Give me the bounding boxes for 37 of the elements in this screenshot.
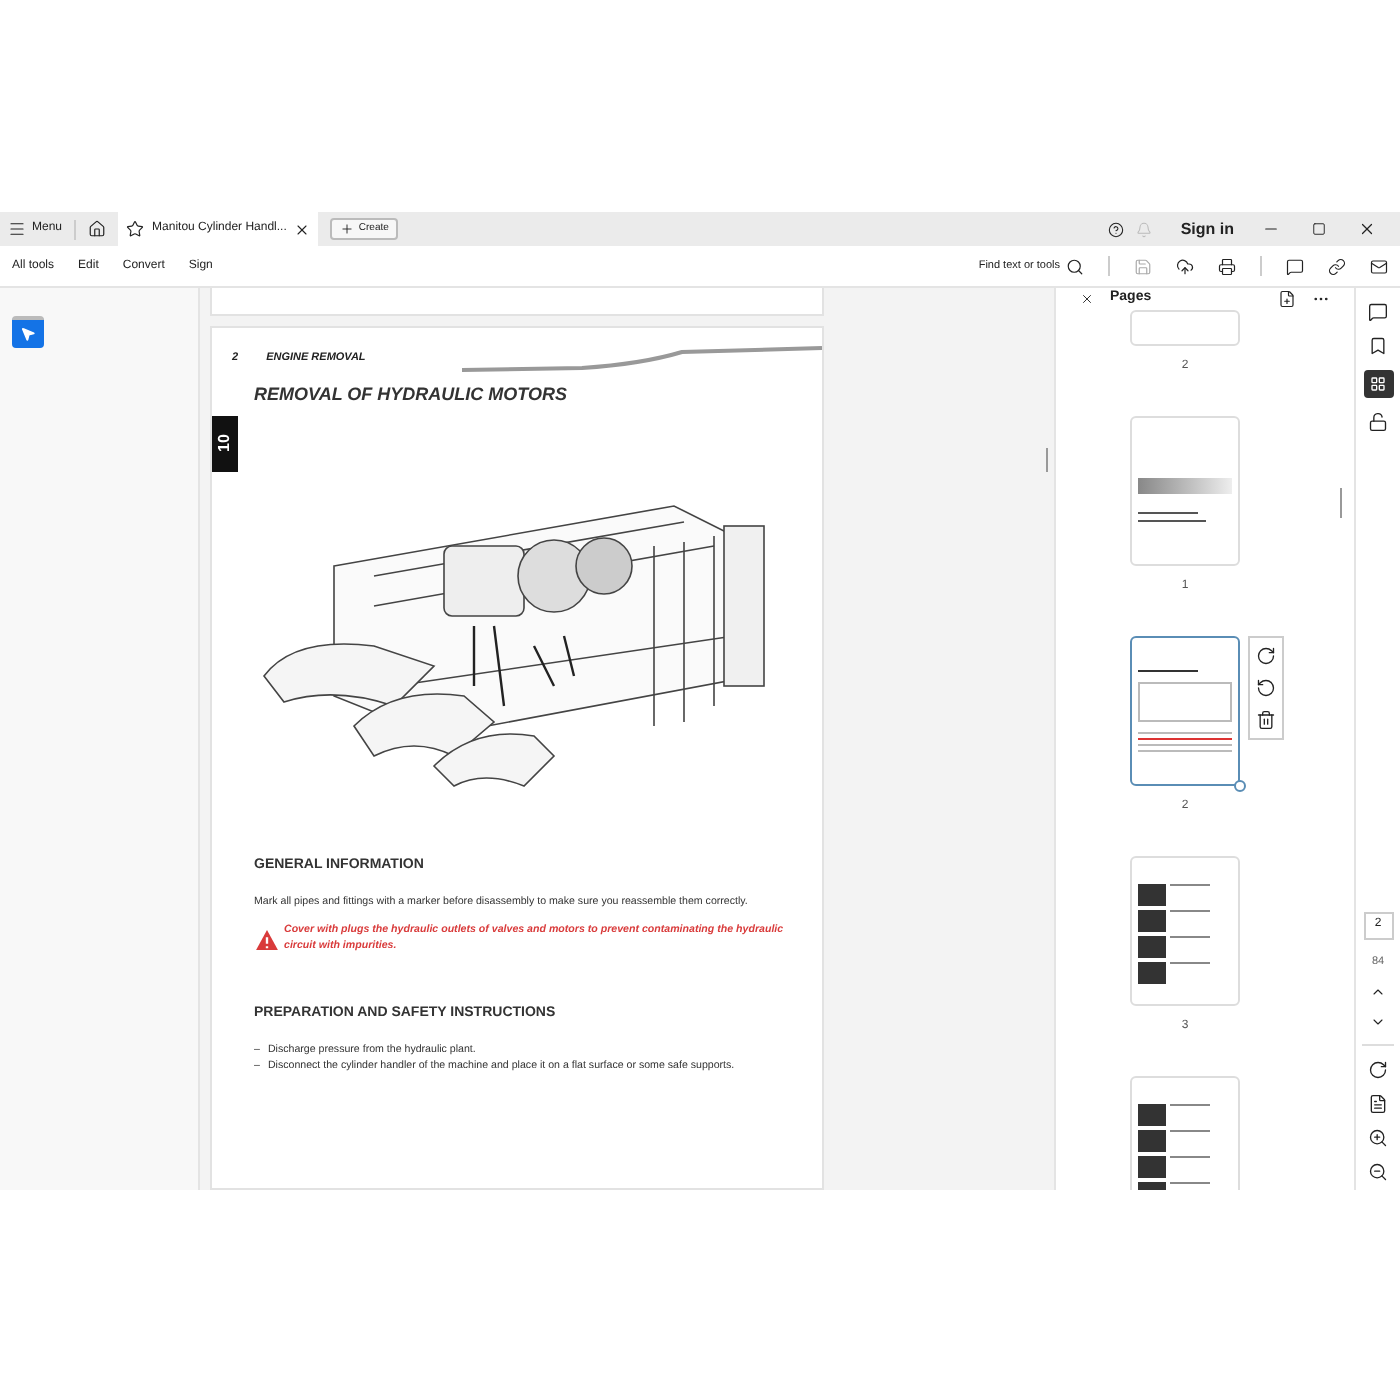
pointer-icon xyxy=(20,326,36,342)
help-icon[interactable] xyxy=(1108,221,1125,237)
comment-icon[interactable] xyxy=(1286,257,1304,275)
document-icon[interactable] xyxy=(1368,1094,1388,1114)
mail-icon[interactable] xyxy=(1370,257,1388,275)
page-title: REMOVAL OF HYDRAULIC MOTORS xyxy=(254,382,570,408)
home-icon[interactable] xyxy=(88,220,107,238)
plus-icon[interactable] xyxy=(340,222,355,236)
upload-icon[interactable] xyxy=(1176,257,1194,275)
link-icon[interactable] xyxy=(1328,257,1346,275)
close-icon[interactable] xyxy=(294,221,311,237)
panel-scrollbar[interactable] xyxy=(1340,488,1342,518)
grid-icon xyxy=(1370,376,1386,392)
bookmark-icon[interactable] xyxy=(1368,336,1388,356)
select-tool-button[interactable] xyxy=(12,316,44,348)
rotate-clockwise-icon[interactable] xyxy=(1256,645,1276,665)
zoom-out-icon[interactable] xyxy=(1368,1162,1388,1182)
star-icon[interactable] xyxy=(126,220,145,238)
next-page-icon[interactable] xyxy=(1370,1014,1386,1030)
lock-icon[interactable] xyxy=(1368,412,1388,432)
comment-icon[interactable] xyxy=(1368,302,1388,322)
close-icon[interactable] xyxy=(1358,220,1376,238)
maximize-icon[interactable] xyxy=(1312,222,1326,236)
print-icon[interactable] xyxy=(1218,257,1236,275)
pages-tool-button[interactable] xyxy=(1363,370,1393,398)
rotate-icon[interactable] xyxy=(1368,1060,1388,1080)
sign-in-button[interactable]: Sign in xyxy=(1164,217,1250,241)
search-icon[interactable] xyxy=(1066,257,1084,275)
warning-icon xyxy=(256,929,278,950)
insert-page-icon[interactable] xyxy=(1278,289,1296,308)
rotate-counterclockwise-icon[interactable] xyxy=(1256,677,1276,697)
zoom-in-icon[interactable] xyxy=(1368,1128,1388,1148)
close-icon[interactable] xyxy=(1080,291,1094,306)
page-thumbnail[interactable] xyxy=(1130,635,1240,785)
delete-icon[interactable] xyxy=(1256,709,1276,729)
previous-page-icon[interactable] xyxy=(1370,984,1386,1000)
menu-icon[interactable] xyxy=(8,220,26,238)
